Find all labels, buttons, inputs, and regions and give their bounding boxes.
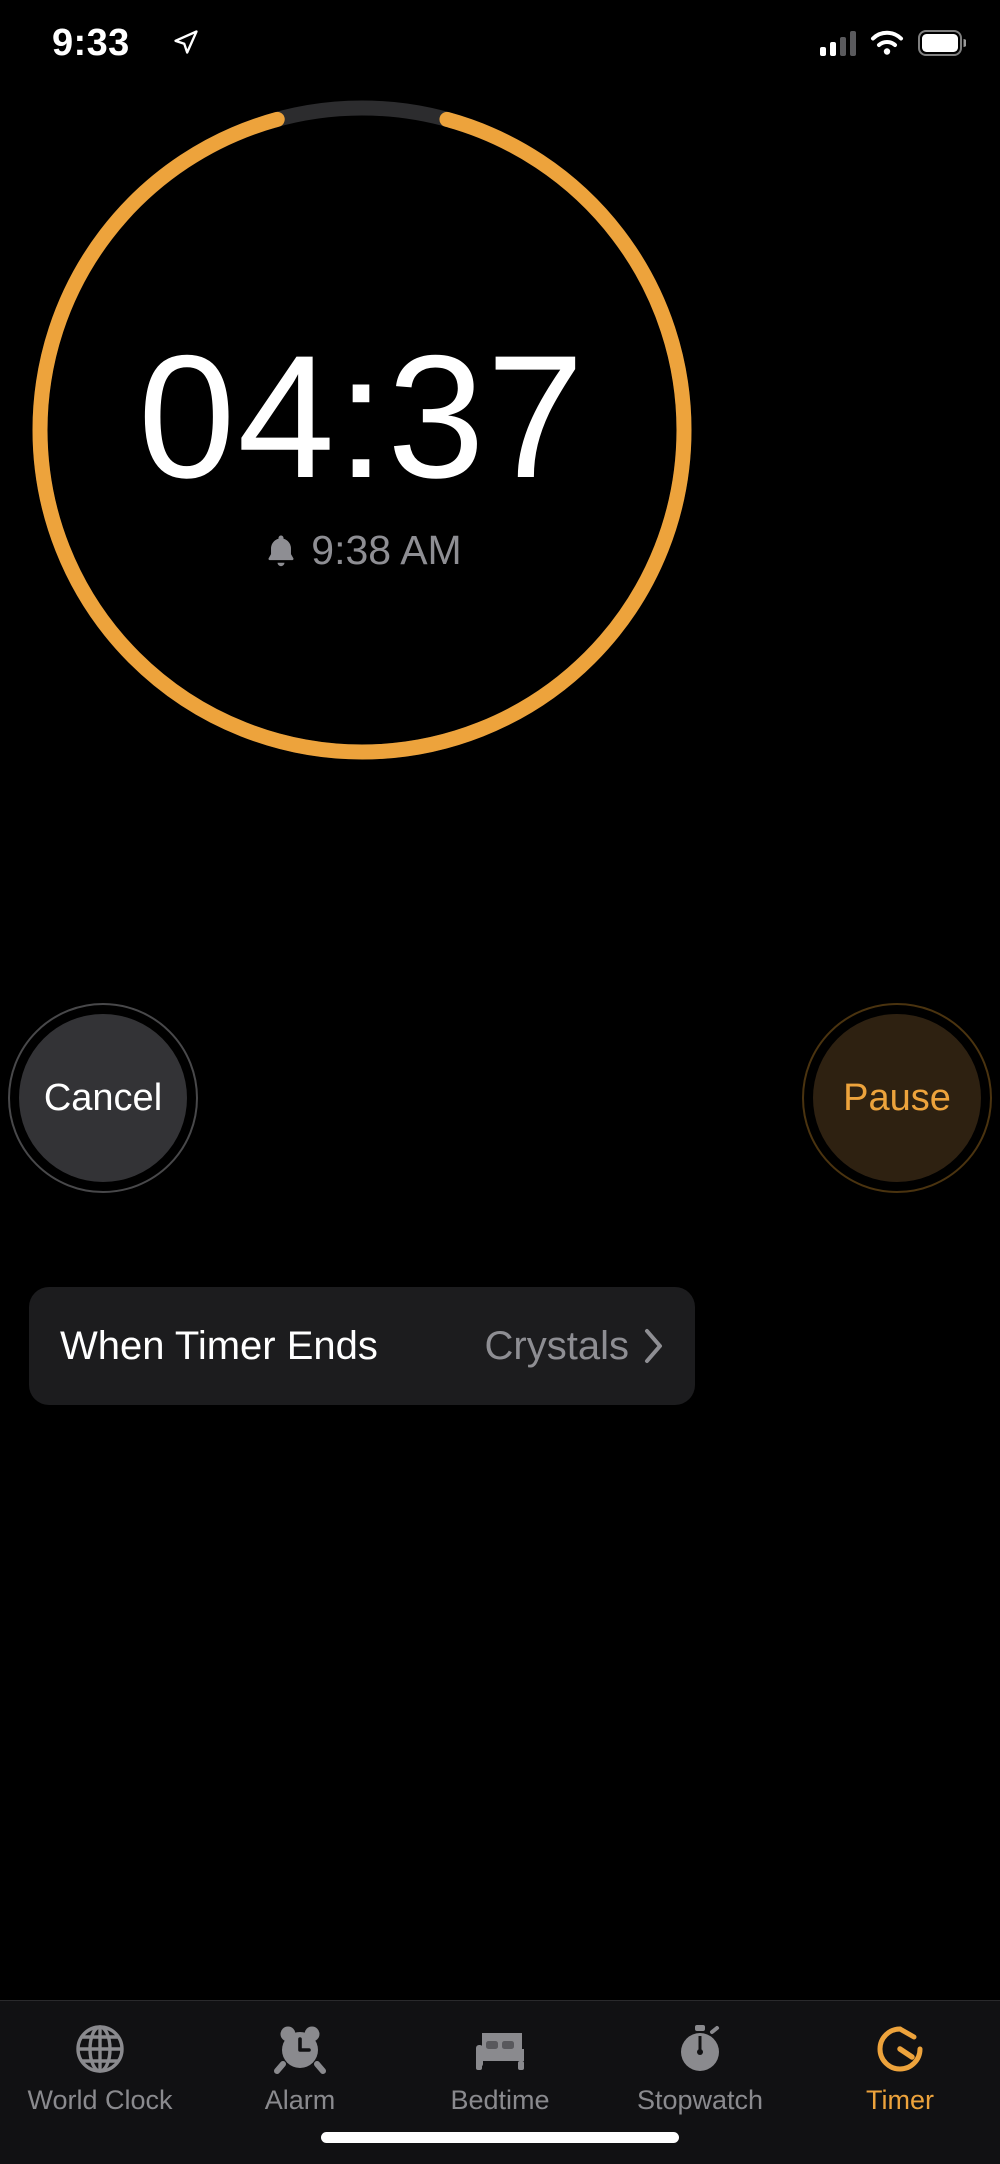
battery-icon — [918, 30, 966, 56]
when-timer-ends-label: When Timer Ends — [60, 1323, 378, 1368]
status-bar: 9:33 — [0, 0, 1000, 86]
timer-remaining-time: 04:37 — [138, 320, 586, 515]
pause-button-label: Pause — [843, 1076, 951, 1119]
status-bar-time: 9:33 — [52, 22, 130, 64]
status-bar-indicators — [820, 26, 966, 60]
tab-bedtime-label: Bedtime — [450, 2085, 550, 2115]
tab-timer[interactable]: Timer — [800, 2001, 1000, 2164]
wifi-icon — [871, 30, 903, 55]
bed-icon — [472, 2021, 528, 2077]
cancel-button-label: Cancel — [43, 1076, 163, 1119]
tab-world-clock[interactable]: World Clock — [0, 2001, 200, 2164]
when-timer-ends-value: Crystals — [484, 1323, 629, 1368]
globe-icon — [74, 2021, 126, 2077]
tab-stopwatch-label: Stopwatch — [636, 2085, 764, 2115]
pause-button[interactable]: Pause — [802, 1003, 992, 1193]
alarm-clock-icon — [274, 2021, 326, 2077]
chevron-right-icon — [645, 1329, 662, 1363]
home-indicator — [321, 2132, 679, 2143]
cellular-signal-icon — [820, 30, 856, 56]
timer-readout: 04:37 9:38 AM — [0, 330, 724, 574]
tab-timer-label: Timer — [866, 2085, 934, 2115]
tab-world-clock-label: World Clock — [27, 2085, 173, 2115]
when-timer-ends-value-group: Crystals — [485, 1324, 665, 1369]
tab-alarm-label: Alarm — [264, 2085, 336, 2115]
timer-end-time: 9:38 AM — [0, 527, 724, 574]
timer-icon — [874, 2021, 926, 2077]
cancel-button[interactable]: Cancel — [8, 1003, 198, 1193]
timer-end-time-label: 9:38 AM — [311, 527, 462, 573]
bell-icon — [268, 534, 294, 566]
timer-screen: 9:33 04:37 9:38 AM Cancel Pause When Tim… — [0, 0, 1000, 2164]
when-timer-ends-row[interactable]: When Timer Ends Crystals — [29, 1287, 695, 1405]
stopwatch-icon — [674, 2021, 726, 2077]
location-arrow-icon — [174, 30, 198, 54]
